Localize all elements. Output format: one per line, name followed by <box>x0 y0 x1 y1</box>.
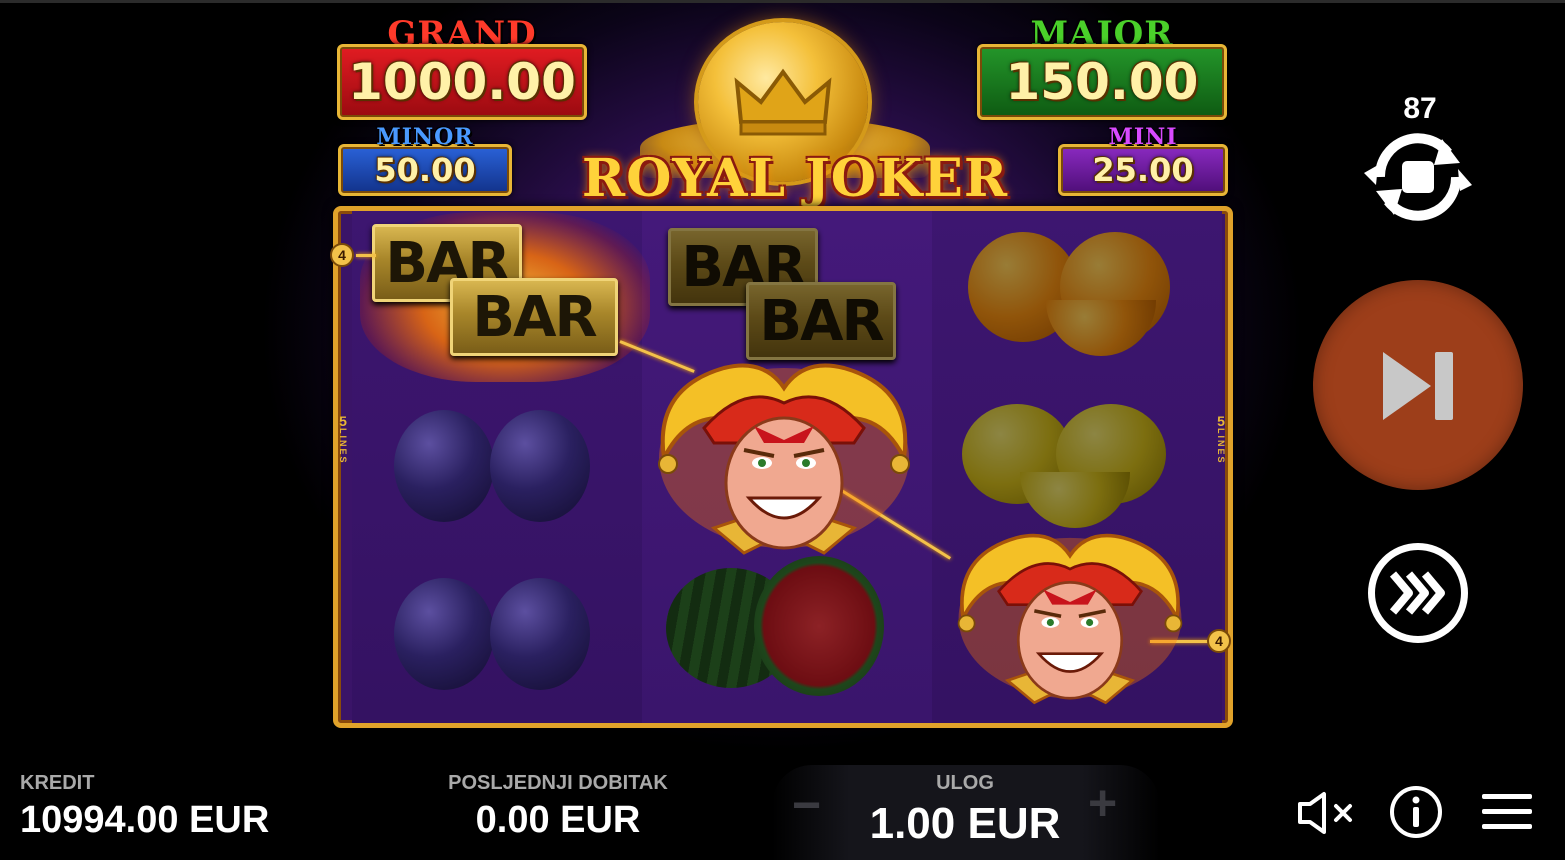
plum-icon <box>394 410 494 522</box>
bet-decrease-button[interactable]: − <box>792 776 821 834</box>
bet-increase-button[interactable]: + <box>1088 774 1117 832</box>
mute-icon[interactable] <box>1296 790 1358 836</box>
turbo-button[interactable] <box>1368 543 1468 643</box>
lines-text-left: LINES <box>338 428 348 465</box>
window-top-border <box>0 0 1565 3</box>
credit-value: 10994.00 EUR <box>20 799 270 841</box>
jackpot-major-value: 150.00 <box>977 44 1227 120</box>
plum-icon <box>490 578 590 690</box>
turbo-icon <box>1389 571 1445 615</box>
jackpot-mini: MINI 25.00 <box>1058 124 1228 196</box>
last-win-label: POSLJEDNJI DOBITAK <box>448 772 668 794</box>
lines-text-right: LINES <box>1216 428 1226 465</box>
line-badge-left: 4 <box>330 243 354 267</box>
line-badge-right: 4 <box>1207 629 1231 653</box>
spin-skip-icon <box>1383 352 1453 420</box>
jackpot-grand-value: 1000.00 <box>337 44 587 120</box>
game-stage: GRAND 1000.00 MAJOR 150.00 MINOR 50.00 M… <box>0 0 1565 860</box>
lines-count-right: 5 <box>1217 413 1225 429</box>
bet-label: ULOG <box>936 772 994 794</box>
autospin-stop-icon[interactable] <box>1360 125 1476 229</box>
spin-button[interactable] <box>1313 280 1523 490</box>
jackpot-minor: MINOR 50.00 <box>338 124 512 196</box>
jackpot-minor-label: MINOR <box>376 124 474 150</box>
info-icon[interactable] <box>1388 784 1444 840</box>
game-logo: ROYAL JOKER <box>581 148 1009 209</box>
joker-icon <box>957 533 1183 705</box>
menu-icon[interactable] <box>1480 792 1534 832</box>
plum-icon <box>394 578 494 690</box>
lines-count-left: 5 <box>339 413 347 429</box>
win-line <box>356 254 376 257</box>
bar-symbol: BAR <box>450 278 618 356</box>
last-win-display: POSLJEDNJI DOBITAK 0.00 EUR <box>400 772 716 842</box>
jackpot-minor-value: 50.00 <box>338 144 512 196</box>
credit-display: KREDIT 10994.00 EUR <box>20 772 269 842</box>
credit-label: KREDIT <box>20 772 95 794</box>
jackpot-mini-label: MINI <box>1108 124 1178 150</box>
lines-label-right: 5 LINES <box>1214 414 1228 465</box>
plum-icon <box>490 410 590 522</box>
joker-icon <box>658 363 910 555</box>
jackpot-mini-value: 25.00 <box>1058 144 1228 196</box>
lines-label-left: 5 LINES <box>336 414 350 465</box>
bet-value: 1.00 EUR <box>869 799 1061 848</box>
bet-display: ULOG 1.00 EUR <box>840 772 1090 849</box>
jackpot-major: MAJOR 150.00 <box>977 14 1227 120</box>
last-win-value: 0.00 EUR <box>475 799 641 841</box>
jackpot-grand: GRAND 1000.00 <box>337 14 587 120</box>
autospin-count: 87 <box>1403 92 1437 125</box>
